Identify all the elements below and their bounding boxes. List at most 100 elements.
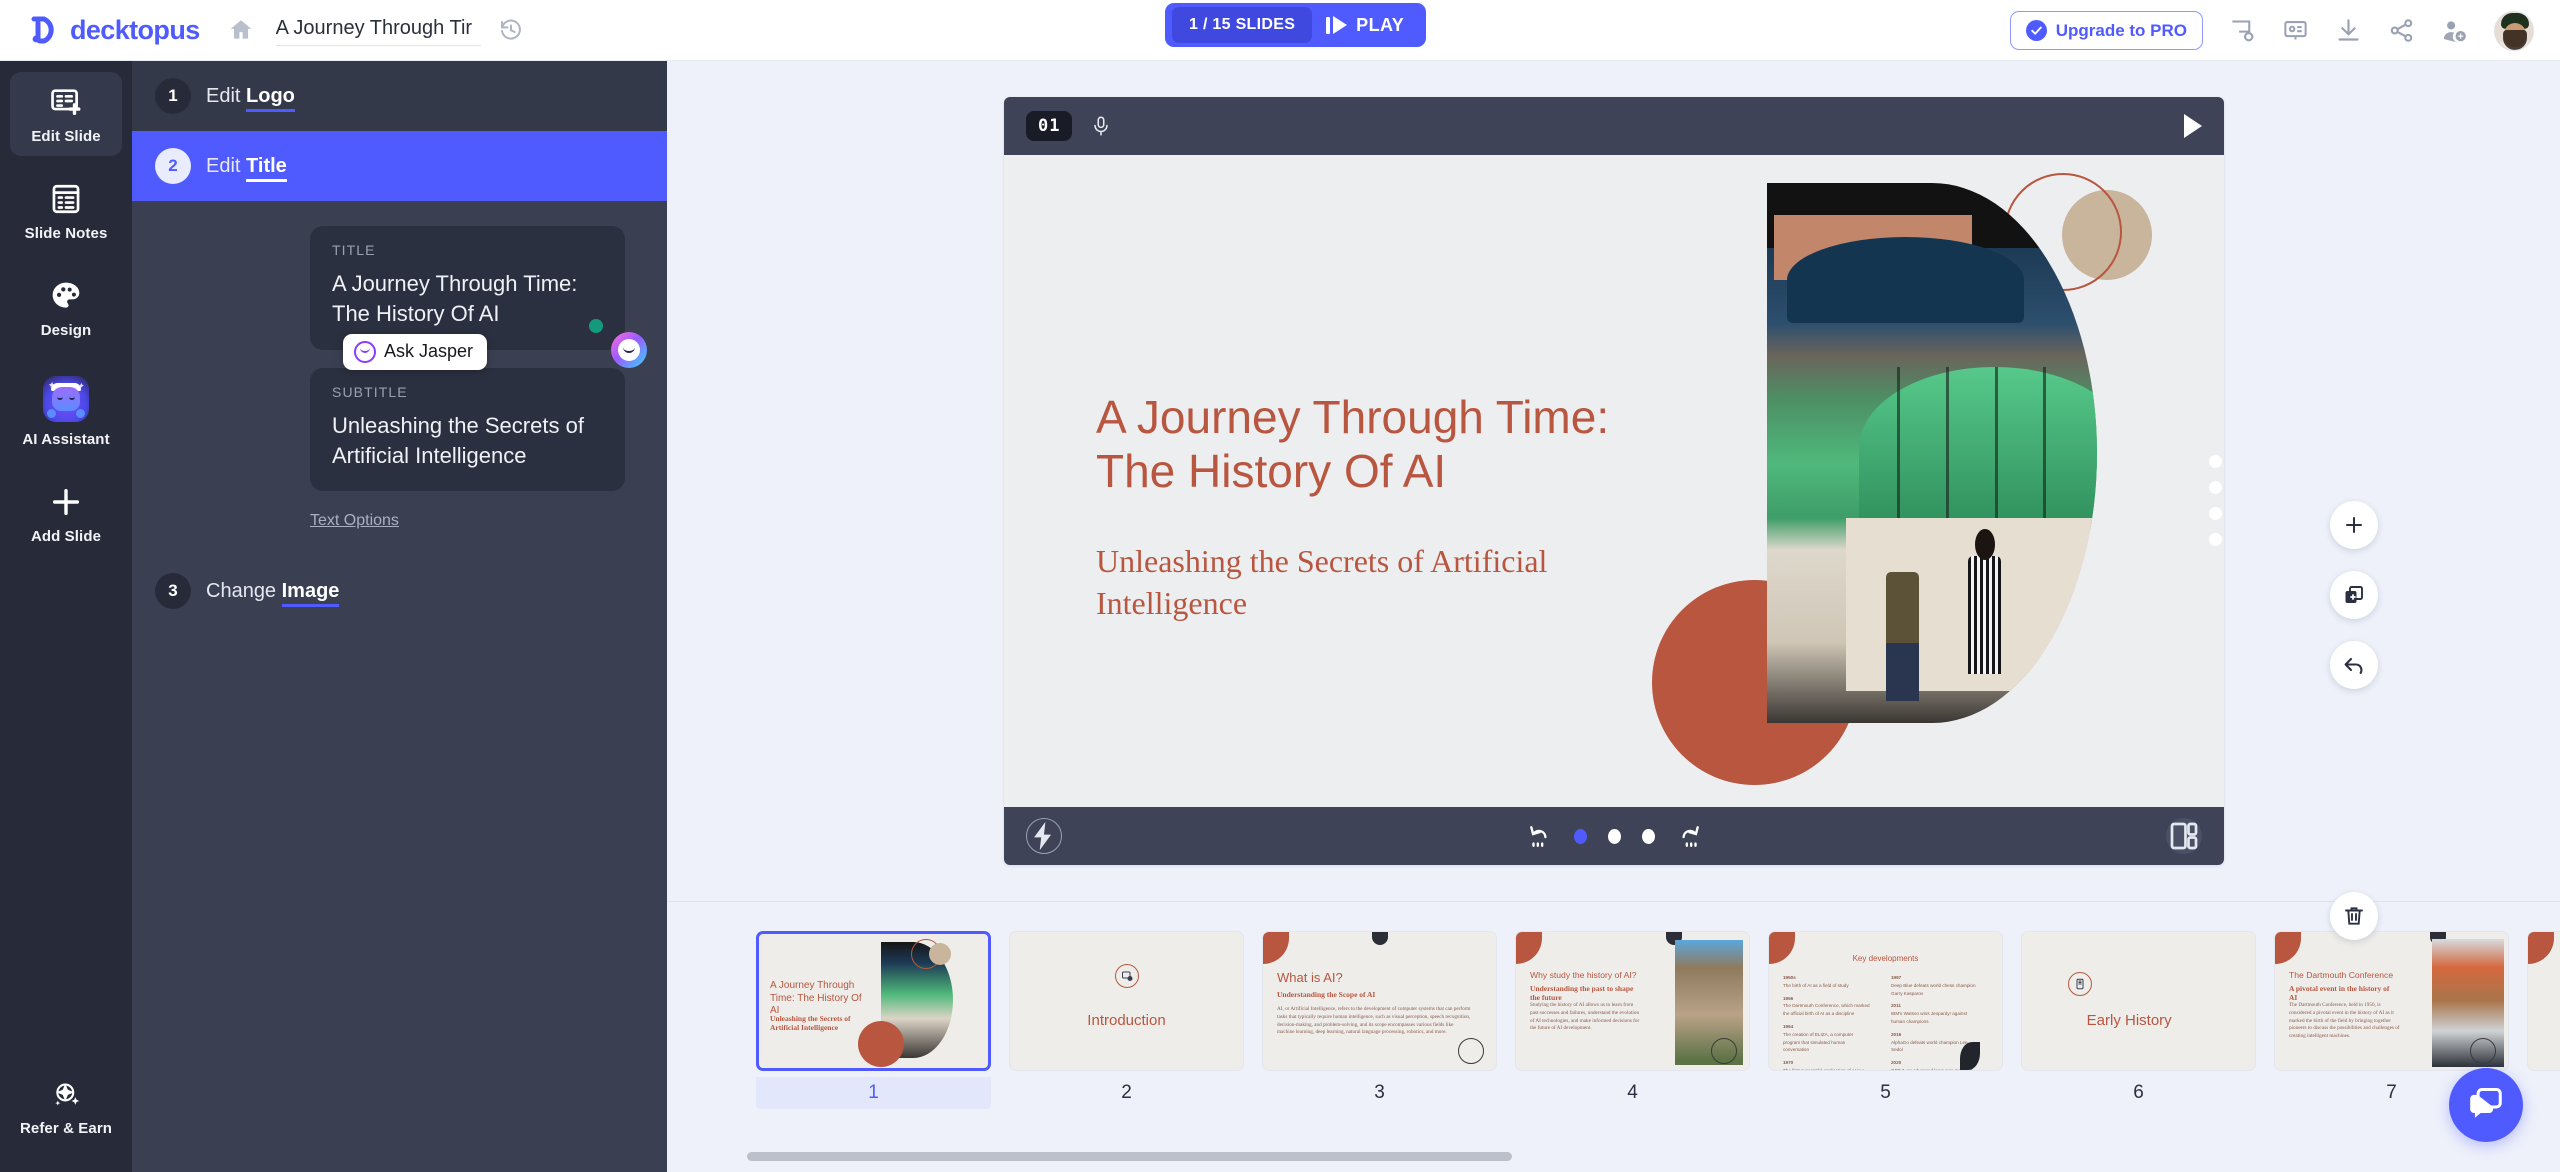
thumb-title: Introduction bbox=[1087, 1011, 1166, 1029]
rail-item-slide-notes[interactable]: Slide Notes bbox=[10, 169, 122, 253]
status-dot bbox=[589, 318, 603, 333]
rail-item-ai-assistant[interactable]: ✦ ✦ AI Assistant bbox=[10, 363, 122, 459]
history-icon[interactable] bbox=[499, 18, 523, 42]
chat-support-button[interactable] bbox=[2449, 1068, 2523, 1142]
thumbnail-slide-8[interactable] bbox=[2518, 931, 2560, 1111]
slide-canvas[interactable]: A Journey Through Time: The History Of A… bbox=[1004, 155, 2224, 807]
title-field-input[interactable]: A Journey Through Time: The History Of A… bbox=[332, 269, 603, 330]
canvas-area: 01 A Journey Through Time: The History O… bbox=[667, 61, 2560, 940]
thumb-ring-shape bbox=[1711, 1038, 1737, 1064]
slide-image[interactable] bbox=[1767, 183, 2097, 723]
thumbnail-strip: A Journey Through Time: The History Of A… bbox=[667, 901, 2560, 1172]
next-layout-icon[interactable] bbox=[1676, 823, 1702, 849]
stage-top-toolbar: 01 bbox=[1004, 97, 2224, 155]
thumb-ring-shape bbox=[1458, 1038, 1484, 1064]
rail-item-design[interactable]: Design bbox=[10, 266, 122, 350]
thumbnail-number: 2 bbox=[1121, 1082, 1132, 1103]
transition-effect-icon[interactable] bbox=[1026, 818, 1062, 854]
layout-dot-1[interactable] bbox=[1573, 828, 1587, 844]
thumb-ring-shape bbox=[2470, 1038, 2496, 1064]
thumbnail-slide-4[interactable]: Why study the history of AI? Understandi… bbox=[1506, 931, 1759, 1111]
ask-jasper-label: Ask Jasper bbox=[384, 341, 474, 362]
duplicate-slide-button[interactable] bbox=[2330, 571, 2378, 619]
slide-subtitle[interactable]: Unleashing the Secrets of Artificial Int… bbox=[1096, 540, 1606, 624]
play-icon bbox=[1326, 16, 1348, 34]
brand-logo[interactable]: decktopus bbox=[30, 15, 200, 46]
delete-slide-button[interactable] bbox=[2330, 892, 2378, 940]
thumb-subtitle: Understanding the Scope of AI bbox=[1277, 990, 1376, 999]
subtitle-field-input[interactable]: Unleashing the Secrets of Artificial Int… bbox=[332, 411, 603, 472]
text-options-link[interactable]: Text Options bbox=[310, 512, 667, 530]
thumbnail-preview: Early History bbox=[2021, 931, 2256, 1071]
layout-pagination bbox=[1527, 823, 1702, 849]
thumbnail-slide-6[interactable]: Early History 6 bbox=[2012, 931, 2265, 1111]
thumbnail-slide-5[interactable]: Key developments 1950s The birth of AI as… bbox=[1759, 931, 2012, 1111]
list-item: 1997 Deep Blue defeats world chess champi… bbox=[1891, 975, 1976, 996]
presenter-view-icon[interactable] bbox=[2282, 17, 2309, 44]
layout-dot-2[interactable] bbox=[1607, 828, 1621, 844]
add-collaborator-icon[interactable] bbox=[2441, 17, 2468, 44]
share-icon[interactable] bbox=[2388, 17, 2415, 44]
list-item: 1956 The Dartmouth Conference, which mark… bbox=[1783, 995, 1870, 1017]
list-item: 1950s The birth of AI as a field of study bbox=[1783, 975, 1849, 988]
thumb-title: What is AI? bbox=[1277, 970, 1343, 985]
thumbnail-slide-1[interactable]: A Journey Through Time: The History Of A… bbox=[747, 931, 1000, 1111]
step-label: Change Image bbox=[206, 579, 340, 607]
slide-notes-icon bbox=[49, 182, 83, 216]
undo-button[interactable] bbox=[2330, 641, 2378, 689]
thumbnail-number: 3 bbox=[1374, 1082, 1385, 1103]
thumbnail-preview: What is AI? Understanding the Scope of A… bbox=[1262, 931, 1497, 1071]
scrollbar-thumb[interactable] bbox=[747, 1152, 1512, 1161]
change-layout-icon[interactable] bbox=[2166, 818, 2202, 854]
rail-item-edit-slide[interactable]: Edit Slide bbox=[10, 72, 122, 156]
download-icon[interactable] bbox=[2335, 17, 2362, 44]
thumb-body: The Dartmouth Conference, held in 1956, … bbox=[2289, 1002, 2400, 1040]
title-field-label: TITLE bbox=[332, 242, 376, 258]
thumb-corner-shape bbox=[1263, 932, 1289, 964]
upgrade-to-pro-button[interactable]: Upgrade to PRO bbox=[2009, 11, 2203, 50]
ask-jasper-tooltip[interactable]: Ask Jasper bbox=[343, 333, 488, 370]
user-avatar[interactable] bbox=[2494, 10, 2534, 51]
list-item: 2011 IBM's Watson wins Jeopardy! against … bbox=[1891, 1003, 1968, 1024]
thumbnail-scrollbar[interactable] bbox=[747, 1152, 2167, 1161]
step-number: 3 bbox=[155, 573, 191, 610]
rail-label-add-slide: Add Slide bbox=[30, 528, 102, 545]
subtitle-field-card[interactable]: SUBTITLE Unleashing the Secrets of Artif… bbox=[310, 367, 625, 492]
add-slide-button[interactable] bbox=[2330, 501, 2378, 549]
ask-jasper-button[interactable] bbox=[611, 331, 647, 368]
slide-stage[interactable]: 01 A Journey Through Time: The History O… bbox=[1004, 97, 2224, 865]
deck-title-group bbox=[275, 14, 523, 46]
step-label: Edit Title bbox=[206, 154, 287, 182]
edit-slide-icon bbox=[49, 85, 83, 119]
decktopus-editor: decktopus 1 / 15 SLIDES PLAY bbox=[0, 0, 2560, 1172]
thumb-body: Studying the history of AI allows us to … bbox=[1530, 1002, 1640, 1032]
thumb-rust-circle bbox=[858, 1021, 904, 1067]
thumbnail-list: A Journey Through Time: The History Of A… bbox=[667, 931, 2560, 1111]
slide-count-badge: 1 / 15 SLIDES bbox=[1172, 7, 1313, 43]
thumbnail-slide-3[interactable]: What is AI? Understanding the Scope of A… bbox=[1253, 931, 1506, 1111]
edit-panel: 1 Edit Logo 2 Edit Title TITLE A Journey… bbox=[132, 61, 667, 1172]
slide-number-badge: 01 bbox=[1026, 111, 1073, 141]
thumbnail-preview: A Journey Through Time: The History Of A… bbox=[756, 931, 991, 1071]
present-settings-icon[interactable] bbox=[2229, 17, 2256, 44]
deck-title-input[interactable] bbox=[275, 14, 481, 46]
stage-play-icon[interactable] bbox=[2184, 114, 2202, 138]
previous-layout-icon[interactable] bbox=[1527, 823, 1553, 849]
rail-item-add-slide[interactable]: Add Slide bbox=[10, 472, 122, 556]
step-change-image[interactable]: 3 Change Image bbox=[132, 556, 667, 626]
home-icon[interactable] bbox=[228, 17, 254, 43]
thumb-list-left: 1950s The birth of AI as a field of study… bbox=[1783, 974, 1871, 1070]
rail-item-refer-and-earn[interactable]: Refer & Earn bbox=[10, 1064, 122, 1148]
slide-title[interactable]: A Journey Through Time: The History Of A… bbox=[1096, 390, 1636, 499]
sparkle-icon bbox=[49, 1077, 83, 1111]
thumbnail-slide-2[interactable]: Introduction 2 bbox=[1000, 931, 1253, 1111]
title-field-card[interactable]: TITLE A Journey Through Time: The Histor… bbox=[310, 226, 647, 370]
play-button[interactable]: PLAY bbox=[1322, 15, 1419, 36]
step-edit-logo[interactable]: 1 Edit Logo bbox=[132, 61, 667, 131]
microphone-icon[interactable] bbox=[1090, 115, 1112, 137]
layout-dot-3[interactable] bbox=[1641, 828, 1655, 844]
thumbnail-number: 6 bbox=[2133, 1082, 2144, 1103]
step-edit-title[interactable]: 2 Edit Title bbox=[132, 131, 667, 201]
play-cluster: 1 / 15 SLIDES PLAY bbox=[1165, 3, 1427, 47]
rail-label-refer-and-earn: Refer & Earn bbox=[19, 1120, 113, 1137]
